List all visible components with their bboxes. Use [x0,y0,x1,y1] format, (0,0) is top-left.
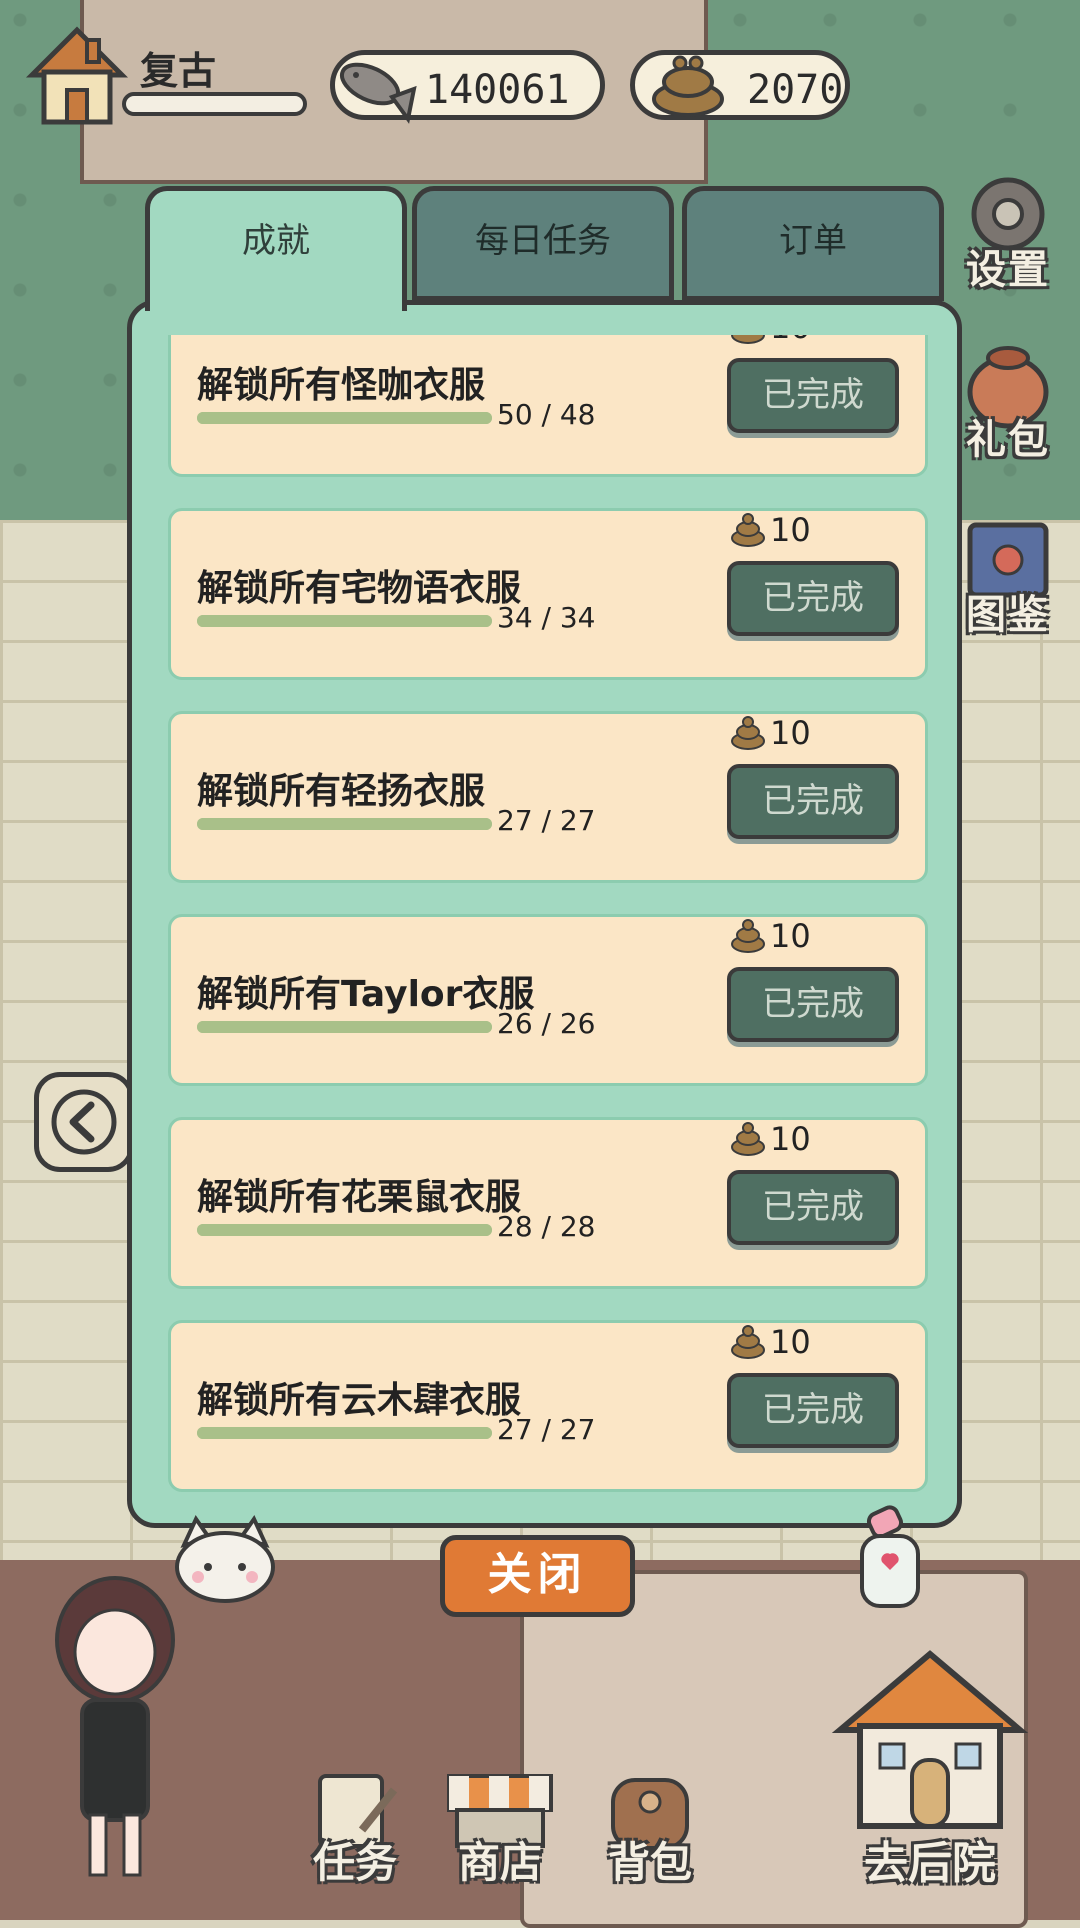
progress-fill [197,1224,492,1236]
achievement-title: 解锁所有宅物语衣服 [197,568,522,609]
reward: 10 [728,335,811,350]
catalog-button[interactable]: 图鉴 [952,515,1064,640]
completed-button[interactable]: 已完成 [727,764,899,839]
reward: 10 [728,1118,811,1162]
reward-amount: 10 [770,714,811,752]
poop-icon [731,919,765,953]
bag-nav-button[interactable]: 背包 [585,1770,715,1890]
poop-icon [643,37,733,131]
progress-bar [197,1224,492,1236]
reward: 10 [728,915,811,959]
progress-bar [197,412,492,424]
tab-daily-tasks[interactable]: 每日任务 [412,186,674,301]
progress-fill [197,1427,492,1439]
poop-icon [731,513,765,547]
achievement-title: 解锁所有云木肆衣服 [197,1380,522,1421]
progress-fill [197,818,492,830]
achievement-card: 10 解锁所有云木肆衣服 27 / 27 已完成 [168,1320,928,1492]
achievement-card: 10 解锁所有花栗鼠衣服 28 / 28 已完成 [168,1117,928,1289]
chevron-left-icon [51,1089,117,1155]
catalog-label: 图鉴 [966,592,1050,638]
achievement-list[interactable]: 10 解锁所有怪咖衣服 50 / 48 已完成 10 解锁所有宅物语衣服34 / 34 已完… [142,335,947,1503]
progress-fill [197,412,492,424]
poop-currency: 2070 [630,50,850,120]
reward-amount: 10 [770,917,811,955]
progress-text: 27 / 27 [497,804,596,837]
achievement-card: 10 解锁所有怪咖衣服 50 / 48 已完成 [168,335,928,477]
shop-nav-button[interactable]: 商店 [435,1770,565,1890]
reward-amount: 10 [770,335,811,346]
cat-face-decoration [170,1515,280,1605]
home-icon[interactable] [22,20,132,130]
progress-text: 28 / 28 [497,1210,596,1243]
completed-button[interactable]: 已完成 [727,1170,899,1245]
completed-button[interactable]: 已完成 [727,561,899,636]
progress-bar [197,615,492,627]
fish-icon [330,39,420,133]
player-character [40,1560,190,1890]
settings-button[interactable]: 设置 [952,170,1064,295]
progress-bar [197,1021,492,1033]
reward-amount: 10 [770,511,811,549]
bag-nav-label: 背包 [607,1838,692,1887]
poop-icon [731,716,765,750]
reward-amount: 10 [770,1323,811,1361]
achievement-card: 10 解锁所有宅物语衣服 34 / 34 已完成 [168,508,928,680]
tab-orders[interactable]: 订单 [682,186,944,301]
completed-button[interactable]: 已完成 [727,358,899,433]
achievement-card: 10 解锁所有轻扬衣服 27 / 27 已完成 [168,711,928,883]
fish-currency: 140061 [330,50,605,124]
poop-icon [731,335,765,344]
reward: 10 [728,712,811,756]
progress-text: 27 / 27 [497,1413,596,1446]
achievement-title: 解锁所有轻扬衣服 [197,771,486,812]
milk-bottle-decoration [840,1500,940,1620]
achievement-title: 解锁所有Taylor衣服 [197,974,535,1015]
backyard-label: 去后院 [864,1838,996,1889]
shop-nav-label: 商店 [457,1838,542,1887]
progress-fill [197,1021,492,1033]
player-name: 复古 [140,49,217,93]
fish-amount: 140061 [425,67,570,113]
progress-bar [197,1427,492,1439]
level-bar [122,92,307,116]
progress-text: 50 / 48 [497,398,596,431]
poop-icon [731,1325,765,1359]
tab-achievements[interactable]: 成就 [145,186,407,311]
poop-amount: 2070 [747,67,844,113]
reward: 10 [728,509,811,553]
reward-amount: 10 [770,1120,811,1158]
settings-label: 设置 [966,247,1050,293]
backyard-button[interactable]: 去后院 [800,1640,1060,1895]
close-button[interactable]: 关闭 [440,1535,635,1617]
progress-bar [197,818,492,830]
achievement-card: 10 解锁所有Taylor衣服 26 / 26 已完成 [168,914,928,1086]
reward: 10 [728,1321,811,1365]
poop-icon [731,1122,765,1156]
gift-label: 礼包 [966,417,1050,463]
tasks-nav-button[interactable]: 任务 [290,1770,420,1890]
achievements-panel: 10 解锁所有怪咖衣服 50 / 48 已完成 10 解锁所有宅物语衣服34 / 34 已完… [127,300,962,1528]
back-button[interactable] [34,1072,134,1172]
progress-text: 26 / 26 [497,1007,596,1040]
house-icon [831,1650,1029,1829]
completed-button[interactable]: 已完成 [727,1373,899,1448]
tasks-nav-label: 任务 [312,1838,397,1887]
progress-text: 34 / 34 [497,601,596,634]
completed-button[interactable]: 已完成 [727,967,899,1042]
gift-button[interactable]: 礼包 [952,340,1064,465]
achievement-title: 解锁所有花栗鼠衣服 [197,1177,522,1218]
progress-fill [197,615,492,627]
achievement-title: 解锁所有怪咖衣服 [197,365,486,406]
